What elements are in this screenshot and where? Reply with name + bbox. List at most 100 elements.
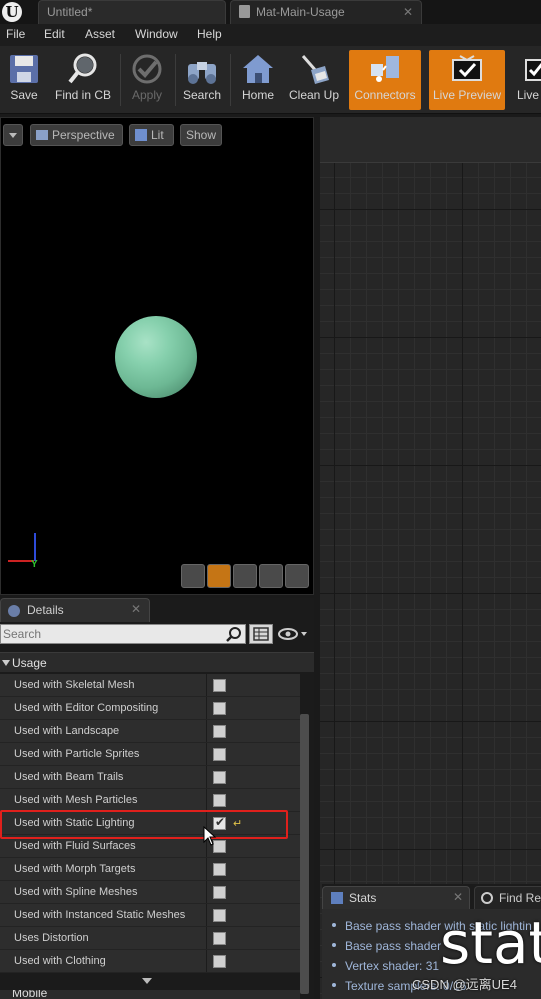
property-checkbox[interactable] bbox=[213, 748, 226, 761]
property-label: Used with Mesh Particles bbox=[14, 794, 138, 806]
apply-label: Apply bbox=[131, 88, 163, 102]
property-label: Used with Editor Compositing bbox=[14, 702, 159, 714]
cylinder-icon[interactable] bbox=[181, 564, 205, 588]
menu-file[interactable]: File bbox=[6, 27, 25, 41]
property-checkbox[interactable] bbox=[213, 909, 226, 922]
title-bar: U Untitled* Mat-Main-Usage ✕ bbox=[0, 0, 541, 24]
preview-viewport[interactable]: Perspective Lit Show Y bbox=[0, 117, 314, 595]
find-icon bbox=[481, 892, 493, 904]
plane-icon[interactable] bbox=[233, 564, 257, 588]
live-preview-label: Live Preview bbox=[432, 88, 502, 102]
property-row: Used with Skeletal Mesh bbox=[0, 674, 300, 697]
sphere-icon[interactable] bbox=[207, 564, 231, 588]
close-tab-icon[interactable]: ✕ bbox=[453, 890, 463, 904]
search-button[interactable]: Search bbox=[179, 50, 225, 110]
eye-icon bbox=[278, 628, 307, 640]
details-search-input[interactable] bbox=[1, 625, 221, 643]
apply-button[interactable]: Apply bbox=[124, 50, 170, 110]
connectors-button[interactable]: Connectors bbox=[349, 50, 421, 110]
teapot-icon[interactable] bbox=[285, 564, 309, 588]
save-icon bbox=[7, 52, 41, 86]
mouse-cursor-icon bbox=[203, 826, 217, 846]
perspective-label: Perspective bbox=[52, 128, 115, 142]
preview-shape-toolbar bbox=[179, 564, 309, 588]
home-button[interactable]: Home bbox=[236, 50, 280, 110]
clean-up-icon bbox=[297, 52, 331, 86]
property-label: Used with Skeletal Mesh bbox=[14, 679, 135, 691]
show-label: Show bbox=[186, 128, 217, 142]
property-row: Used with Editor Compositing bbox=[0, 697, 300, 720]
find-in-cb-button[interactable]: Find in CB bbox=[52, 50, 114, 110]
perspective-button[interactable]: Perspective bbox=[30, 124, 123, 146]
material-graph[interactable] bbox=[320, 117, 541, 999]
property-row: Used with Spline Meshes bbox=[0, 881, 300, 904]
toolbar-separator bbox=[230, 54, 231, 106]
column-divider bbox=[206, 789, 207, 811]
clean-up-label: Clean Up bbox=[288, 88, 340, 102]
category-mobile[interactable]: Mobile bbox=[0, 990, 300, 999]
toolbar: Save Find in CB Apply Search Home Clean … bbox=[0, 46, 541, 114]
menu-window[interactable]: Window bbox=[135, 27, 178, 41]
watermark: CSDN @远离UE4 bbox=[412, 977, 517, 992]
column-divider bbox=[206, 766, 207, 788]
document-tab-material[interactable]: Mat-Main-Usage ✕ bbox=[230, 0, 422, 24]
menu-asset[interactable]: Asset bbox=[85, 27, 115, 41]
property-checkbox[interactable] bbox=[213, 863, 226, 876]
home-icon bbox=[241, 52, 275, 86]
show-button[interactable]: Show bbox=[180, 124, 222, 146]
close-tab-icon[interactable]: ✕ bbox=[131, 602, 141, 616]
property-matrix-button[interactable] bbox=[249, 624, 273, 644]
find-results-tab[interactable]: Find Re bbox=[474, 886, 541, 909]
property-checkbox[interactable] bbox=[213, 725, 226, 738]
clean-up-button[interactable]: Clean Up bbox=[286, 50, 342, 110]
live-preview-button[interactable]: Live Preview bbox=[429, 50, 505, 110]
cube-preview-icon[interactable] bbox=[259, 564, 283, 588]
property-checkbox[interactable] bbox=[213, 702, 226, 715]
find-in-cb-icon bbox=[66, 52, 100, 86]
menu-help[interactable]: Help bbox=[197, 27, 222, 41]
scroll-down-arrow-icon[interactable] bbox=[142, 978, 152, 984]
lit-sphere-icon bbox=[135, 129, 147, 141]
lit-button[interactable]: Lit bbox=[129, 124, 174, 146]
toolbar-separator bbox=[120, 54, 121, 106]
property-row: Used with Clothing bbox=[0, 950, 300, 973]
details-scrollbar[interactable] bbox=[300, 714, 309, 994]
viewport-options-button[interactable] bbox=[3, 124, 23, 146]
property-label: Used with Fluid Surfaces bbox=[14, 840, 136, 852]
property-label: Used with Clothing bbox=[14, 955, 106, 967]
view-options-button[interactable] bbox=[277, 625, 311, 643]
property-checkbox[interactable] bbox=[213, 886, 226, 899]
save-button[interactable]: Save bbox=[2, 50, 46, 110]
column-divider bbox=[206, 697, 207, 719]
property-checkbox[interactable] bbox=[213, 794, 226, 807]
material-document-icon bbox=[239, 5, 250, 18]
graph-header bbox=[320, 117, 541, 163]
stats-tab[interactable]: Stats ✕ bbox=[322, 886, 470, 909]
menu-edit[interactable]: Edit bbox=[44, 27, 65, 41]
property-checkbox[interactable] bbox=[213, 771, 226, 784]
details-search[interactable] bbox=[0, 624, 246, 644]
axis-y-label: Y bbox=[31, 559, 38, 570]
document-tab-label: Untitled* bbox=[47, 5, 93, 19]
stats-tab-bar: Stats ✕ Find Re bbox=[322, 884, 541, 909]
apply-icon bbox=[130, 52, 164, 86]
column-divider bbox=[206, 858, 207, 880]
property-label: Used with Spline Meshes bbox=[14, 886, 138, 898]
live-update-label: Live bbox=[517, 88, 540, 102]
property-checkbox[interactable] bbox=[213, 932, 226, 945]
property-checkbox[interactable] bbox=[213, 955, 226, 968]
details-tab[interactable]: Details ✕ bbox=[0, 598, 150, 622]
preview-sphere bbox=[115, 316, 197, 398]
connectors-icon bbox=[368, 52, 402, 86]
property-label: Used with Instanced Static Meshes bbox=[14, 909, 186, 921]
search-icon bbox=[226, 627, 241, 642]
column-divider bbox=[206, 743, 207, 765]
property-row: Used with Particle Sprites bbox=[0, 743, 300, 766]
document-tab-untitled[interactable]: Untitled* bbox=[38, 0, 226, 24]
connectors-label: Connectors bbox=[354, 88, 416, 102]
category-usage[interactable]: Usage bbox=[0, 652, 314, 672]
live-update-button[interactable]: Live bbox=[512, 50, 541, 110]
close-tab-icon[interactable]: ✕ bbox=[403, 1, 413, 23]
property-checkbox[interactable] bbox=[213, 679, 226, 692]
grid-icon bbox=[253, 627, 269, 641]
